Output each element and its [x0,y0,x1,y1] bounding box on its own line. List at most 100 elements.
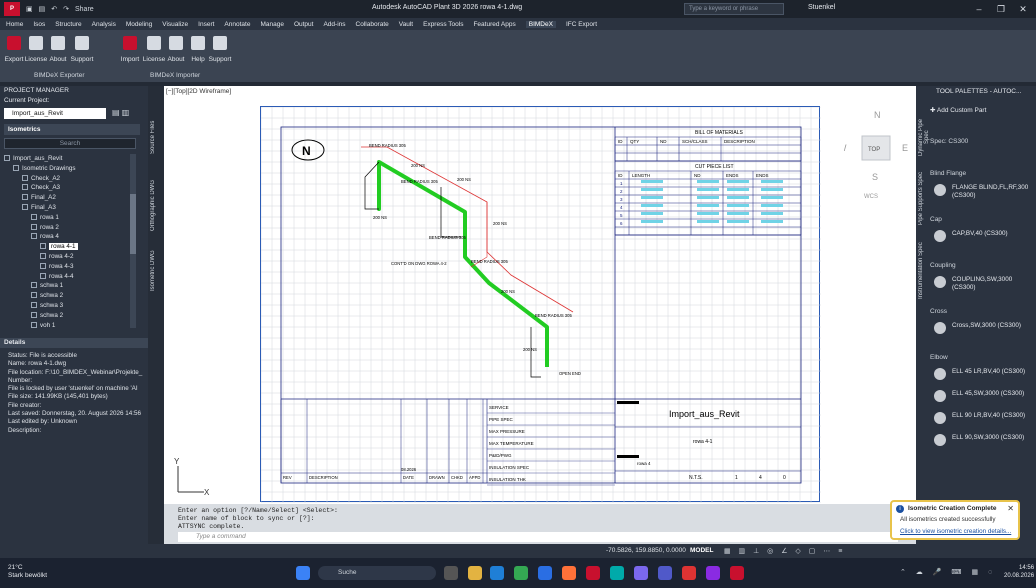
ribbon-tab-featured-apps[interactable]: Featured Apps [473,21,515,28]
status-toggle-icons[interactable]: ▦ ▥ ⊥ ◎ ∠ ◇ ▢ ⋯ ≡ [724,547,845,555]
teams-icon[interactable] [658,566,672,580]
ribbon-tab-insert[interactable]: Insert [198,21,214,28]
tree-search-input[interactable]: Search [4,138,136,149]
ribbon-tab-structure[interactable]: Structure [55,21,81,28]
exporter-about-button[interactable]: About [46,34,70,63]
add-custom-part-button[interactable]: ✚ Add Custom Part [930,106,986,114]
tab-source-files[interactable]: Source Files [150,112,162,162]
notification-details-link[interactable]: Click to view isometric creation details… [900,528,1011,535]
ribbon-tab-output[interactable]: Output [294,21,314,28]
close-icon[interactable]: ✕ [1012,2,1034,16]
tree-item[interactable]: Check_A2 [4,174,130,184]
taskbar-search[interactable]: Suche [318,566,436,580]
tree-item[interactable]: schwa 3 [4,301,130,311]
importer-help-button[interactable]: Help [186,34,210,63]
minimize-icon[interactable]: – [968,2,990,16]
app-icon-3[interactable] [682,566,696,580]
isometrics-section-header[interactable]: Isometrics [4,124,140,135]
maximize-icon[interactable]: ❐ [990,2,1012,16]
ribbon-tab-ifc-export[interactable]: IFC Export [566,21,597,28]
ribbon-tab-isos[interactable]: Isos [33,21,45,28]
ribbon-tab-visualize[interactable]: Visualize [162,21,188,28]
ribbon-tab-manage[interactable]: Manage [260,21,284,28]
tree-item[interactable]: schwa 1 [4,281,130,291]
tree-item[interactable]: Import_aus_Revit [4,154,130,164]
drawing-viewport[interactable]: [−][Top][2D Wireframe] Y X N BILL OF MATE… [164,86,916,504]
quick-access-undo-icon[interactable]: ↶ [51,5,57,13]
ribbon-tab-collaborate[interactable]: Collaborate [356,21,389,28]
ribbon-tab-annotate[interactable]: Annotate [224,21,250,28]
tree-item[interactable]: rowa 4-4 [4,272,130,282]
exporter-license-button[interactable]: License [24,34,48,63]
app-icon[interactable] [610,566,624,580]
palette-item[interactable]: ELL 45 LR,BV,40 (CS300) [934,368,1034,380]
autocad-taskbar-icon[interactable] [586,566,600,580]
tree-item[interactable]: rowa 4 [4,232,130,242]
ribbon-tab-modeling[interactable]: Modeling [126,21,152,28]
tree-item[interactable]: rowa 4-1 [4,242,130,252]
tree-item[interactable]: schwa 2 [4,291,130,301]
ribbon-tab-vault[interactable]: Vault [399,21,413,28]
tab-pipe-supports-spec[interactable]: Pipe Supports Spec [918,170,930,226]
palette-item[interactable]: ELL 90,SW,3000 (CS300) [934,434,1034,446]
tab-orthographic-dwg[interactable]: Orthographic DWG [150,170,162,240]
weather-widget[interactable]: 21°C Stark bewölkt [8,564,47,580]
tree-item[interactable]: Final_A2 [4,193,130,203]
tree-scrollbar[interactable] [130,154,136,328]
clock[interactable]: 14:56 20.08.2026 [1004,564,1034,580]
ribbon-tab-bimdex[interactable]: BIMDeX [525,20,556,28]
tree-item[interactable]: rowa 2 [4,223,130,233]
palette-item[interactable]: FLANGE BLIND,FL,RF,300 (CS300) [934,184,1034,200]
command-input[interactable]: Type a command [178,532,898,542]
tree-item[interactable]: Isometric Drawings [4,164,130,174]
project-toolbar-icons[interactable]: ▤ ▥ [112,108,140,119]
keyword-search-input[interactable]: Type a keyword or phrase [684,3,784,15]
tab-dynamic-pipe-spec[interactable]: Dynamic Pipe Spec [918,112,930,162]
user-name[interactable]: Stuenkel [808,4,835,11]
palette-item[interactable]: ELL 45,SW,3000 (CS300) [934,390,1034,402]
palette-item[interactable]: Cross,SW,3000 (CS300) [934,322,1034,334]
ribbon-tab-express-tools[interactable]: Express Tools [423,21,463,28]
tree-item[interactable]: voh 1 [4,321,130,328]
quick-access-save-icon[interactable]: ▤ [39,5,46,13]
chrome-icon[interactable] [514,566,528,580]
viewcube[interactable]: N TOP W E S WCS [838,106,914,206]
tree-item[interactable]: schwa 2 [4,311,130,321]
palette-item[interactable]: CAP,BV,40 (CS300) [934,230,1034,242]
tree-item[interactable]: rowa 1 [4,213,130,223]
edge-icon[interactable] [538,566,552,580]
tab-instrumentation-spec[interactable]: Instrumentation Spec [918,236,930,306]
quick-access-redo-icon[interactable]: ↷ [63,5,69,13]
ribbon-tab-home[interactable]: Home [6,21,23,28]
importer-about-button[interactable]: About [164,34,188,63]
exporter-support-button[interactable]: Support [70,34,94,63]
firefox-icon[interactable] [562,566,576,580]
autocad-plant-icon[interactable] [730,566,744,580]
system-tray-icons[interactable]: ⌃ ☁ 🎤 ⌨ ▦ ◌ [900,568,996,576]
importer-license-button[interactable]: License [142,34,166,63]
model-space-button[interactable]: MODEL [690,547,713,554]
export-button[interactable]: Export [2,34,26,63]
file-explorer-icon[interactable] [468,566,482,580]
palette-item[interactable]: ELL 90 LR,BV,40 (CS300) [934,412,1034,424]
import-button[interactable]: Import [118,34,142,63]
tree-item[interactable]: rowa 4-3 [4,262,130,272]
tree-item[interactable]: Final_A3 [4,203,130,213]
importer-support-button[interactable]: Support [208,34,232,63]
isometric-complete-notification[interactable]: i Isometric Creation Complete ✕ All isom… [890,500,1020,540]
ribbon-tab-add-ins[interactable]: Add-ins [323,21,345,28]
tab-isometric-dwg[interactable]: Isometric DWG [150,246,162,296]
ribbon-tab-analysis[interactable]: Analysis [92,21,116,28]
autocad-logo[interactable]: P [4,2,20,16]
close-icon[interactable]: ✕ [1007,504,1014,513]
app-icon-2[interactable] [634,566,648,580]
start-menu-icon[interactable] [296,566,310,580]
palette-item[interactable]: COUPLING,SW,3000 (CS300) [934,276,1034,292]
store-icon[interactable] [490,566,504,580]
current-project-select[interactable]: Import_aus_Revit [4,108,106,119]
viewport-controls-label[interactable]: [−][Top][2D Wireframe] [166,88,231,95]
quick-access-open-icon[interactable]: ▣ [26,5,33,13]
app-icon-4[interactable] [706,566,720,580]
task-view-icon[interactable] [444,566,458,580]
share-button[interactable]: Share [75,6,94,13]
